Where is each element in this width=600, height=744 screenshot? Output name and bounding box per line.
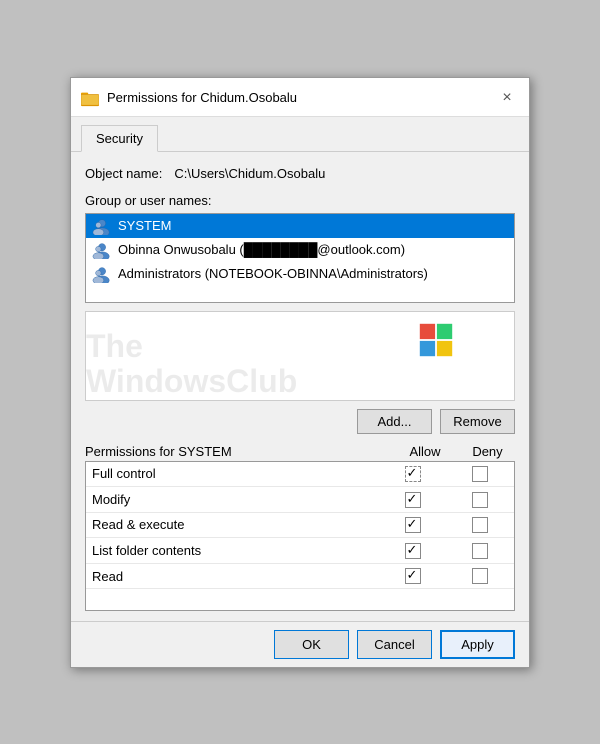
permissions-table: Full control Modify (86, 462, 514, 590)
object-name-value: C:\Users\Chidum.Osobalu (174, 166, 325, 181)
user-icon-admin (92, 265, 112, 283)
title-bar-left: Permissions for Chidum.Osobalu (81, 89, 297, 107)
dialog-content: Object name: C:\Users\Chidum.Osobalu Gro… (71, 152, 529, 621)
cb-fullcontrol-allow[interactable] (405, 466, 421, 482)
user-icon-obinna (92, 241, 112, 259)
dialog-footer: OK Cancel Apply (71, 621, 529, 667)
remove-button[interactable]: Remove (440, 409, 515, 434)
tab-bar: Security (71, 117, 529, 152)
title-bar: Permissions for Chidum.Osobalu × (71, 78, 529, 117)
perm-header-allow: Allow (390, 444, 460, 459)
windows-logo (418, 322, 454, 358)
user-item-admin[interactable]: Administrators (NOTEBOOK-OBINNA\Administ… (86, 262, 514, 286)
cb-modify-deny[interactable] (472, 492, 488, 508)
perm-allow-modify[interactable] (379, 487, 447, 513)
perm-deny-modify[interactable] (446, 487, 514, 513)
folder-icon (81, 89, 99, 107)
permissions-for-label: Permissions for (85, 444, 178, 459)
perm-deny-listfolder[interactable] (446, 538, 514, 564)
apply-button[interactable]: Apply (440, 630, 515, 659)
close-button[interactable]: × (495, 86, 519, 110)
object-name-label: Object name: (85, 166, 162, 181)
permissions-scroll[interactable]: Full control Modify (85, 461, 515, 611)
watermark-text: The WindowsClub (86, 329, 297, 399)
cb-readexec-allow[interactable] (405, 517, 421, 533)
cb-listfolder-allow[interactable] (405, 543, 421, 559)
perm-allow-fullcontrol[interactable] (379, 462, 447, 487)
watermark-line2: WindowsClub (86, 364, 297, 399)
perm-name-read: Read (86, 563, 379, 589)
cb-read-deny[interactable] (472, 568, 488, 584)
perm-deny-read[interactable] (446, 563, 514, 589)
permissions-dialog: Permissions for Chidum.Osobalu × Securit… (70, 77, 530, 668)
user-list[interactable]: SYSTEM Obinna Onwusobalu (████████@outlo… (85, 213, 515, 303)
watermark-area: The WindowsClub (85, 311, 515, 401)
perm-row-fullcontrol: Full control (86, 462, 514, 487)
perm-allow-readexec[interactable] (379, 512, 447, 538)
perm-name-readexec: Read & execute (86, 512, 379, 538)
add-button[interactable]: Add... (357, 409, 432, 434)
cb-listfolder-deny[interactable] (472, 543, 488, 559)
cb-readexec-deny[interactable] (472, 517, 488, 533)
perm-name-fullcontrol: Full control (86, 462, 379, 487)
watermark-line1: The (86, 329, 297, 364)
user-name-obinna: Obinna Onwusobalu (████████@outlook.com) (118, 242, 405, 257)
perm-name-modify: Modify (86, 487, 379, 513)
tab-security[interactable]: Security (81, 125, 158, 152)
cancel-button[interactable]: Cancel (357, 630, 432, 659)
cb-read-allow[interactable] (405, 568, 421, 584)
user-icon-system (92, 217, 112, 235)
perm-header-label: Permissions for SYSTEM (85, 444, 390, 459)
user-name-system: SYSTEM (118, 218, 171, 233)
perm-allow-listfolder[interactable] (379, 538, 447, 564)
perm-row-listfolder: List folder contents (86, 538, 514, 564)
group-label: Group or user names: (85, 193, 515, 208)
cb-modify-allow[interactable] (405, 492, 421, 508)
perm-row-readexec: Read & execute (86, 512, 514, 538)
perm-allow-read[interactable] (379, 563, 447, 589)
cb-fullcontrol-deny[interactable] (472, 466, 488, 482)
user-name-admin: Administrators (NOTEBOOK-OBINNA\Administ… (118, 266, 428, 281)
perm-header-deny: Deny (460, 444, 515, 459)
user-item-system[interactable]: SYSTEM (86, 214, 514, 238)
ok-button[interactable]: OK (274, 630, 349, 659)
perm-row-read: Read (86, 563, 514, 589)
user-item-obinna[interactable]: Obinna Onwusobalu (████████@outlook.com) (86, 238, 514, 262)
permissions-subject: SYSTEM (178, 444, 231, 459)
object-name-row: Object name: C:\Users\Chidum.Osobalu (85, 166, 515, 181)
dialog-title: Permissions for Chidum.Osobalu (107, 90, 297, 105)
add-remove-row: Add... Remove (85, 409, 515, 434)
perm-deny-fullcontrol[interactable] (446, 462, 514, 487)
perm-row-modify: Modify (86, 487, 514, 513)
permissions-header: Permissions for SYSTEM Allow Deny (85, 444, 515, 459)
perm-deny-readexec[interactable] (446, 512, 514, 538)
perm-name-listfolder: List folder contents (86, 538, 379, 564)
